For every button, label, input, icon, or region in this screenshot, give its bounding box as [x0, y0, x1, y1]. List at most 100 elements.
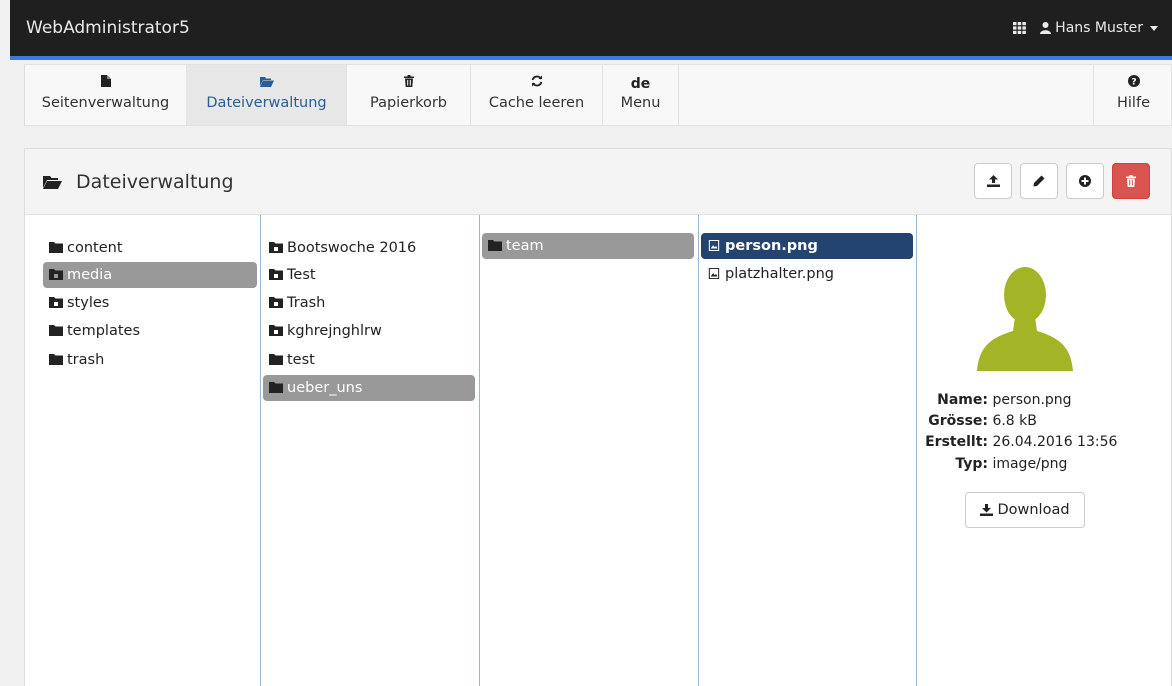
- language-code: de: [630, 76, 651, 92]
- trash-icon: [347, 73, 470, 95]
- grid-icon[interactable]: [1013, 22, 1027, 34]
- plus-circle-icon: [1079, 175, 1091, 187]
- tab-label: Cache leeren: [488, 95, 585, 111]
- column-divider: [698, 215, 699, 686]
- download-icon: [980, 504, 994, 516]
- folder-name: media: [67, 267, 113, 283]
- tab-cache-leeren[interactable]: Cache leeren: [471, 65, 603, 125]
- rename-button[interactable]: [1020, 163, 1058, 199]
- panel-title-text: Dateiverwaltung: [76, 171, 234, 193]
- tab-label: Seitenverwaltung: [41, 95, 170, 111]
- folder-name: content: [67, 240, 123, 256]
- file-item[interactable]: person.png: [701, 233, 913, 259]
- folder-icon: [269, 354, 283, 365]
- refresh-icon: [471, 73, 602, 95]
- folder-item[interactable]: Trash: [263, 290, 475, 316]
- folder-item[interactable]: test: [263, 347, 475, 373]
- person-avatar-icon: [977, 267, 1073, 371]
- upload-button[interactable]: [974, 163, 1012, 199]
- file-icon: [25, 73, 186, 95]
- tab-seitenverwaltung[interactable]: Seitenverwaltung: [25, 65, 187, 125]
- detail-value: person.png: [992, 392, 1072, 408]
- image-file-icon: [708, 268, 720, 279]
- svg-text:?: ?: [1131, 78, 1136, 88]
- folder-item[interactable]: Bootswoche 2016: [263, 235, 475, 261]
- main-toolbar: Seitenverwaltung Dateiverwaltung Papierk…: [24, 64, 1172, 126]
- folder-name: Test: [287, 267, 316, 283]
- folder-open-icon: [43, 172, 62, 189]
- folder-name: trash: [67, 352, 105, 368]
- file-details: Name: person.png Grösse: 6.8 kB Erstellt…: [914, 389, 1154, 475]
- delete-button[interactable]: [1112, 163, 1150, 199]
- folder-name: test: [287, 352, 315, 368]
- trash-icon: [1126, 175, 1136, 187]
- folder-name: Bootswoche 2016: [287, 240, 417, 256]
- detail-row: Grösse: 6.8 kB: [914, 411, 1154, 431]
- user-area: Hans Muster: [1013, 20, 1158, 36]
- tab-label: Dateiverwaltung: [206, 95, 327, 111]
- add-button[interactable]: [1066, 163, 1104, 199]
- panel-header: Dateiverwaltung: [25, 149, 1171, 215]
- folder-lock-icon: [269, 297, 283, 308]
- user-name: Hans Muster: [1055, 20, 1143, 36]
- folder-item[interactable]: media: [43, 262, 257, 288]
- detail-label: Name:: [937, 392, 988, 408]
- download-button[interactable]: Download: [965, 492, 1085, 528]
- folder-item[interactable]: templates: [43, 318, 257, 344]
- download-label: Download: [997, 502, 1070, 518]
- folder-item[interactable]: team: [482, 233, 694, 259]
- file-name: platzhalter.png: [725, 266, 834, 282]
- detail-label: Typ:: [955, 456, 988, 472]
- folder-item[interactable]: content: [43, 235, 257, 261]
- folder-open-icon: [187, 73, 346, 95]
- folder-lock-icon: [269, 269, 283, 280]
- detail-row: Name: person.png: [914, 389, 1154, 411]
- file-item[interactable]: platzhalter.png: [701, 261, 913, 287]
- folder-item[interactable]: trash: [43, 347, 257, 373]
- panel-title: Dateiverwaltung: [43, 171, 234, 193]
- question-icon: ?: [1094, 73, 1172, 95]
- tab-label: Hilfe: [1117, 95, 1150, 111]
- folder-name: templates: [67, 323, 141, 339]
- tab-papierkorb[interactable]: Papierkorb: [347, 65, 471, 125]
- caret-down-icon: [1150, 25, 1158, 31]
- folder-item[interactable]: Test: [263, 262, 475, 288]
- user-icon: [1040, 22, 1052, 34]
- file-name: person.png: [725, 238, 818, 254]
- pencil-icon: [1033, 175, 1045, 187]
- accent-bar: [10, 56, 1172, 60]
- folder-lock-icon: [49, 297, 63, 308]
- folder-name: Trash: [287, 295, 326, 311]
- folder-lock-icon: [269, 242, 283, 253]
- folder-item[interactable]: styles: [43, 290, 257, 316]
- image-file-icon: [708, 240, 720, 251]
- column-divider: [260, 215, 261, 686]
- user-menu[interactable]: Hans Muster: [1040, 20, 1158, 36]
- top-navbar: WebAdministrator5 Hans Muster: [10, 0, 1172, 60]
- detail-row: Typ: image/png: [914, 453, 1154, 475]
- folder-name: styles: [67, 295, 110, 311]
- column-divider: [479, 215, 480, 686]
- folder-name: team: [506, 238, 544, 254]
- folder-name: kghrejnghlrw: [287, 323, 382, 339]
- folder-icon: [269, 382, 283, 393]
- detail-label: Erstellt:: [925, 434, 988, 450]
- folder-item[interactable]: kghrejnghlrw: [263, 318, 475, 344]
- folder-lock-icon: [49, 269, 63, 280]
- tab-label: Menu: [620, 95, 661, 111]
- detail-label: Grösse:: [928, 413, 988, 429]
- tab-hilfe[interactable]: ? Hilfe: [1093, 65, 1172, 125]
- brand[interactable]: WebAdministrator5: [26, 18, 190, 38]
- detail-row: Erstellt: 26.04.2016 13:56: [914, 431, 1154, 453]
- detail-value: image/png: [992, 456, 1068, 472]
- folder-icon: [49, 325, 63, 336]
- tab-dateiverwaltung[interactable]: Dateiverwaltung: [187, 65, 347, 125]
- folder-icon: [488, 240, 502, 251]
- folder-icon: [49, 354, 63, 365]
- detail-value: 26.04.2016 13:56: [992, 434, 1118, 450]
- detail-value: 6.8 kB: [992, 413, 1037, 429]
- tab-language-menu[interactable]: de Menu: [603, 65, 679, 125]
- folder-item[interactable]: ueber_uns: [263, 375, 475, 401]
- folder-lock-icon: [269, 325, 283, 336]
- folder-icon: [49, 242, 63, 253]
